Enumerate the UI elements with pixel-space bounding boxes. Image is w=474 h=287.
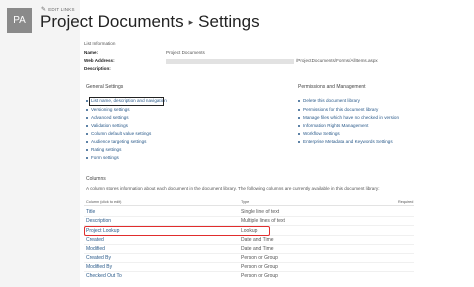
columns-header-divider: [84, 205, 414, 206]
column-name-link[interactable]: Modified: [86, 246, 105, 252]
columns-heading: Columns: [86, 176, 106, 182]
general-settings-item[interactable]: Versioning settings: [86, 107, 130, 113]
list-name-highlight-box: [89, 97, 164, 106]
general-settings-item[interactable]: Advanced settings: [86, 115, 129, 121]
general-settings-heading: General Settings: [86, 84, 124, 90]
project-lookup-highlight-box: [84, 226, 270, 236]
column-type: Date and Time: [241, 246, 274, 252]
bullet-icon: [298, 124, 300, 127]
bullet-icon: [86, 132, 88, 135]
general-settings-item[interactable]: Audience targeting settings: [86, 139, 146, 145]
row-divider: [84, 253, 414, 254]
column-name-link[interactable]: Created By: [86, 255, 111, 261]
column-type: Date and Time: [241, 237, 274, 243]
permissions-heading: Permissions and Management: [298, 84, 366, 90]
web-address-value[interactable]: /ProjectDocuments/Forms/AllItems.aspx: [296, 58, 378, 64]
left-navigation-band: [0, 0, 80, 287]
permissions-item[interactable]: Enterprise Metadata and Keywords Setting…: [298, 139, 393, 145]
breadcrumb-library-link[interactable]: Project Documents: [40, 12, 184, 31]
bullet-icon: [86, 99, 88, 102]
bullet-icon: [298, 99, 300, 102]
permissions-item[interactable]: Delete this document library: [298, 98, 360, 104]
bullet-icon: [298, 116, 300, 119]
general-settings-item[interactable]: Validation settings: [86, 123, 128, 129]
bullet-icon: [86, 108, 88, 111]
general-settings-item[interactable]: Form settings: [86, 155, 119, 161]
column-name-link[interactable]: Title: [86, 209, 95, 215]
column-type: Person or Group: [241, 273, 278, 279]
bullet-icon: [86, 140, 88, 143]
list-info-heading: List Information: [84, 41, 116, 46]
row-divider: [84, 262, 414, 263]
bullet-icon: [86, 148, 88, 151]
name-value: Project Documents: [166, 50, 205, 55]
permissions-item[interactable]: Information Rights Management: [298, 123, 368, 129]
column-name-link[interactable]: Modified By: [86, 264, 112, 270]
permissions-item[interactable]: Manage files which have no checked in ve…: [298, 115, 399, 121]
web-address-label: Web Address:: [84, 58, 115, 63]
columns-description: A column stores information about each d…: [86, 186, 380, 191]
bullet-icon: [86, 116, 88, 119]
column-name-link[interactable]: Description: [86, 218, 111, 224]
column-name-link[interactable]: Checked Out To: [86, 273, 122, 279]
page-title: Project Documents ▸ Settings: [40, 12, 260, 32]
bullet-icon: [298, 132, 300, 135]
bullet-icon: [298, 108, 300, 111]
redacted-url-block: [166, 59, 294, 64]
row-divider: [84, 216, 414, 217]
column-name-link[interactable]: Created: [86, 237, 104, 243]
permissions-item[interactable]: Workflow Settings: [298, 131, 340, 137]
column-type: Person or Group: [241, 264, 278, 270]
name-label: Name:: [84, 50, 99, 55]
permissions-item[interactable]: Permissions for this document library: [298, 107, 378, 113]
bullet-icon: [86, 124, 88, 127]
column-type: Person or Group: [241, 255, 278, 261]
breadcrumb-separator-icon: ▸: [188, 17, 194, 27]
general-settings-item[interactable]: Rating settings: [86, 147, 121, 153]
general-settings-item[interactable]: Column default value settings: [86, 131, 151, 137]
row-divider: [84, 271, 414, 272]
row-divider: [84, 244, 414, 245]
bullet-icon: [298, 140, 300, 143]
column-type: Multiple lines of text: [241, 218, 285, 224]
bullet-icon: [86, 156, 88, 159]
description-label: Description:: [84, 66, 111, 71]
breadcrumb-current: Settings: [198, 12, 260, 31]
site-avatar[interactable]: PA: [7, 8, 32, 33]
column-type: Single line of text: [241, 209, 280, 215]
